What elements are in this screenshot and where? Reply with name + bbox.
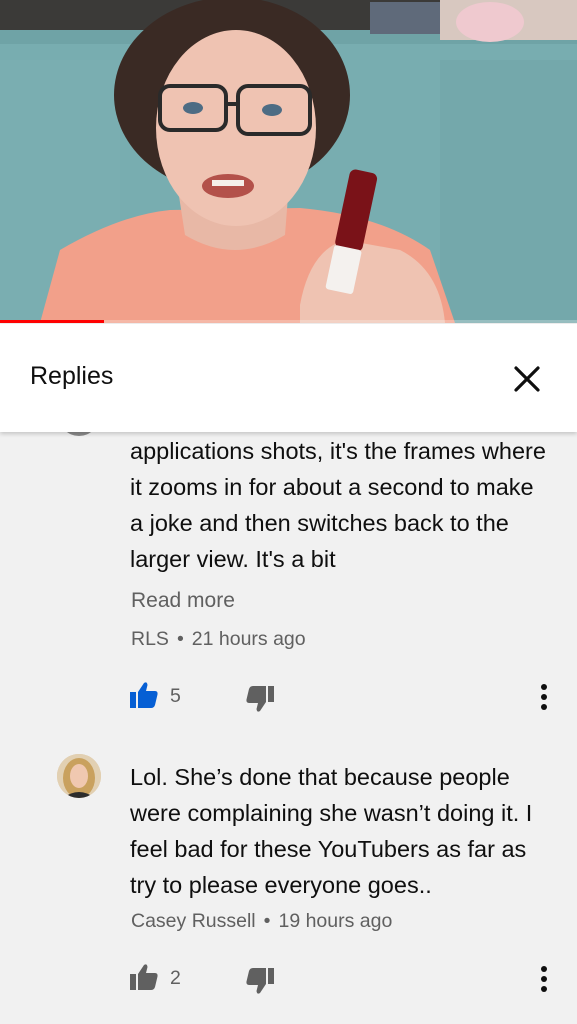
video-player[interactable] [0, 0, 577, 323]
more-options-button[interactable] [533, 965, 555, 998]
close-button[interactable] [510, 362, 544, 396]
comment-meta: RLS • 21 hours ago [131, 628, 306, 651]
more-options-button[interactable] [533, 683, 555, 716]
like-button[interactable] [129, 963, 159, 996]
avatar-image [57, 754, 101, 798]
replies-header: Replies [0, 324, 577, 432]
dislike-button[interactable] [245, 967, 275, 1000]
replies-title: Replies [30, 362, 114, 390]
thumbs-up-filled-icon [130, 682, 158, 708]
comment-meta: Casey Russell • 19 hours ago [131, 910, 392, 933]
close-icon [514, 366, 540, 392]
comment-text: Lol. She’s done that because people were… [130, 764, 533, 898]
read-more-link[interactable]: Read more [131, 589, 235, 613]
more-vert-icon [541, 966, 547, 992]
like-count: 2 [170, 967, 181, 989]
comment-time: 21 hours ago [191, 628, 306, 650]
thumbs-down-icon [246, 968, 274, 994]
replies-list[interactable]: applications shots, it's the frames wher… [0, 432, 577, 1024]
comment-time: 19 hours ago [278, 910, 393, 932]
like-count: 5 [170, 685, 181, 707]
thumbs-down-icon [246, 686, 274, 712]
thumbs-up-icon [130, 964, 158, 990]
video-progress-bar[interactable] [0, 320, 577, 323]
more-vert-icon [541, 684, 547, 710]
comment-author[interactable]: RLS [131, 628, 169, 650]
comment-author[interactable]: Casey Russell [131, 910, 256, 932]
comment-text: applications shots, it's the frames wher… [130, 438, 546, 572]
separator-dot: • [176, 628, 184, 650]
video-frame-image [0, 0, 577, 323]
avatar[interactable] [58, 432, 100, 436]
avatar[interactable] [57, 754, 101, 798]
video-progress-fill [0, 320, 104, 323]
separator-dot: • [263, 910, 271, 932]
like-button[interactable] [129, 681, 159, 714]
dislike-button[interactable] [245, 685, 275, 718]
